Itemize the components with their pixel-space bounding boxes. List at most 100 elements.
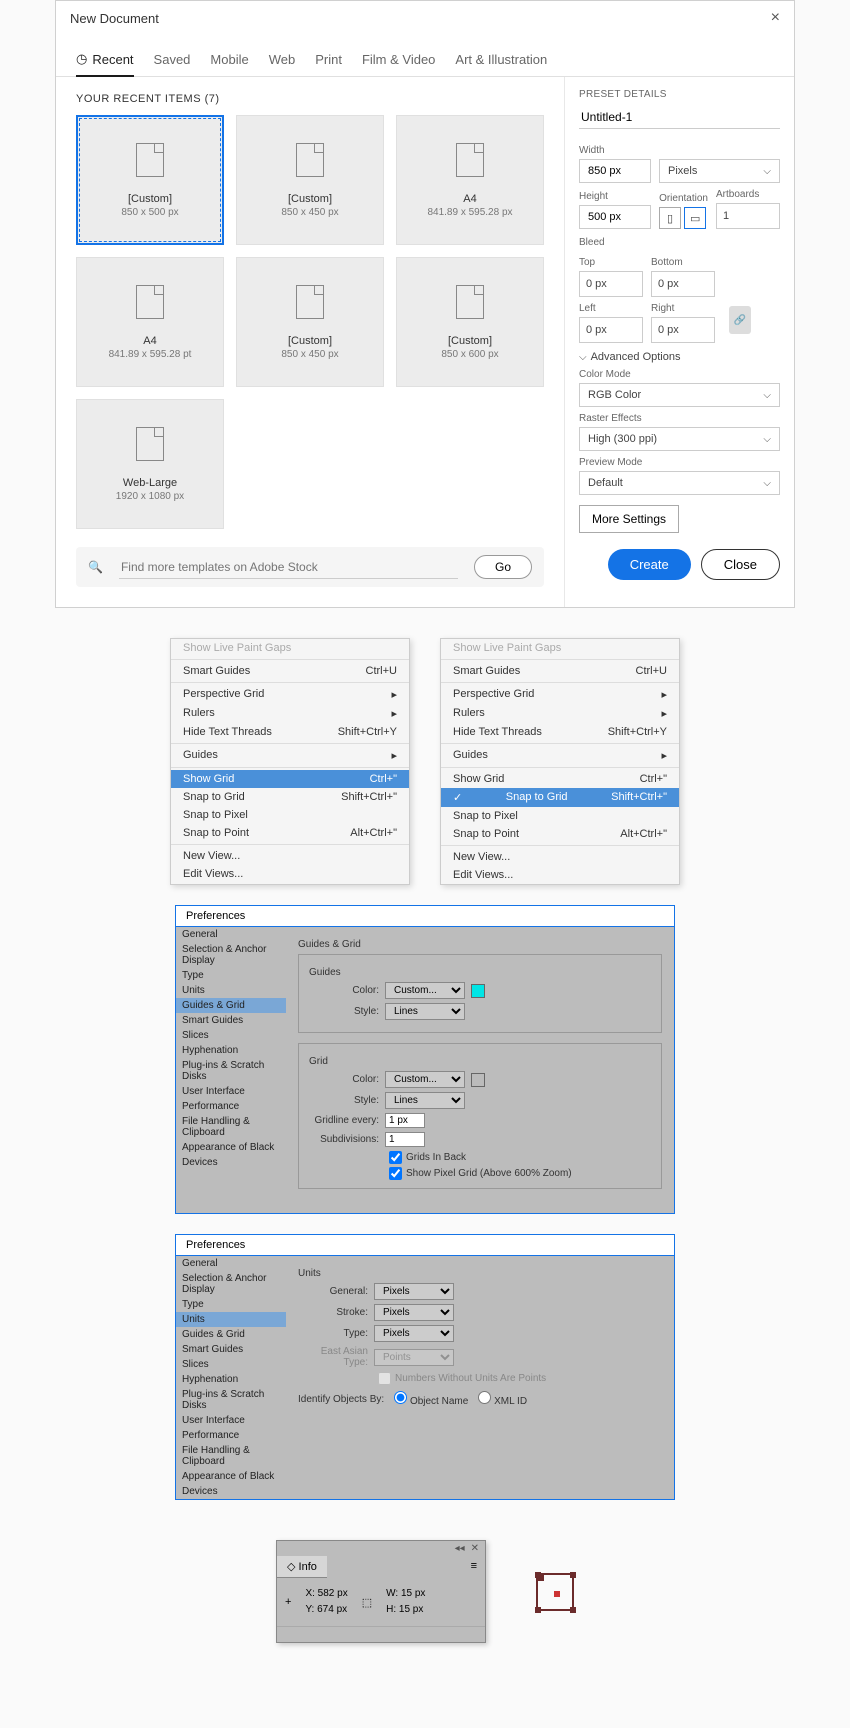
prefs-side-item[interactable]: File Handling & Clipboard [176,1114,286,1140]
menu-item[interactable]: ✓ Snap to GridShift+Ctrl+" [441,788,679,807]
subdivisions-input[interactable] [385,1132,425,1147]
prefs-side-item[interactable]: Performance [176,1428,286,1443]
prefs-side-item[interactable]: Units [176,1312,286,1327]
prefs-side-item[interactable]: Selection & Anchor Display [176,942,286,968]
prefs-side-item[interactable]: Guides & Grid [176,1327,286,1342]
prefs-side-item[interactable]: Type [176,1297,286,1312]
tab-recent[interactable]: ◷ Recent [76,43,134,77]
menu-item[interactable]: Snap to PointAlt+Ctrl+" [441,825,679,843]
menu-item[interactable]: Smart GuidesCtrl+U [171,662,409,680]
preset-item[interactable]: A4841.89 x 595.28 px [396,115,544,245]
artboards-input[interactable]: 1 [716,203,780,229]
preset-item[interactable]: [Custom]850 x 450 px [236,257,384,387]
menu-item[interactable]: Snap to PointAlt+Ctrl+" [171,824,409,842]
prefs-side-item[interactable]: General [176,1256,286,1271]
prefs-side-item[interactable]: File Handling & Clipboard [176,1443,286,1469]
color-mode-select[interactable]: RGB Color⌵ [579,383,780,407]
tab-mobile[interactable]: Mobile [210,43,248,76]
go-button[interactable]: Go [474,555,532,579]
identify-object-name-radio[interactable] [394,1391,407,1404]
bleed-left[interactable]: 0 px [579,317,643,343]
preset-item[interactable]: [Custom]850 x 600 px [396,257,544,387]
menu-item[interactable]: Rulers▸ [171,704,409,723]
info-tab[interactable]: ◇ Info [277,1556,327,1578]
height-input[interactable] [579,205,651,229]
prefs-side-item[interactable]: Units [176,983,286,998]
menu-item[interactable]: Guides▸ [441,746,679,765]
collapse-icon[interactable]: ◂◂ [455,1543,465,1554]
tab-art-illustration[interactable]: Art & Illustration [455,43,547,76]
menu-item[interactable]: Show GridCtrl+" [171,770,409,788]
menu-item[interactable]: Edit Views... [441,866,679,884]
advanced-options-toggle[interactable]: ⌵Advanced Options [579,351,780,363]
menu-item[interactable]: Snap to Pixel [171,806,409,824]
close-button[interactable]: Close [701,549,780,580]
prefs-side-item[interactable]: Hyphenation [176,1372,286,1387]
units-select[interactable]: Pixels⌵ [659,159,780,183]
template-search-input[interactable] [119,556,458,579]
menu-item[interactable]: Smart GuidesCtrl+U [441,662,679,680]
create-button[interactable]: Create [608,549,691,580]
preset-item[interactable]: Web-Large1920 x 1080 px [76,399,224,529]
tab-saved[interactable]: Saved [154,43,191,76]
prefs-side-item[interactable]: Selection & Anchor Display [176,1271,286,1297]
prefs-side-item[interactable]: Devices [176,1484,286,1499]
guides-color-swatch[interactable] [471,984,485,998]
preset-item[interactable]: [Custom]850 x 450 px [236,115,384,245]
width-input[interactable] [579,159,651,183]
document-name-input[interactable] [579,106,780,129]
tab-print[interactable]: Print [315,43,342,76]
show-pixel-grid-checkbox[interactable] [389,1167,402,1180]
prefs-side-item[interactable]: Slices [176,1357,286,1372]
guides-style-select[interactable]: Lines [385,1003,465,1020]
prefs-side-item[interactable]: Guides & Grid [176,998,286,1013]
grid-color-select[interactable]: Custom... [385,1071,465,1088]
preset-item[interactable]: A4841.89 x 595.28 pt [76,257,224,387]
guides-color-select[interactable]: Custom... [385,982,465,999]
bleed-bottom[interactable]: 0 px [651,271,715,297]
bleed-top[interactable]: 0 px [579,271,643,297]
grids-in-back-checkbox[interactable] [389,1151,402,1164]
prefs-side-item[interactable]: Appearance of Black [176,1469,286,1484]
orientation-landscape[interactable]: ▭ [684,207,706,229]
menu-item[interactable]: Hide Text ThreadsShift+Ctrl+Y [171,723,409,741]
prefs-side-item[interactable]: Devices [176,1155,286,1170]
menu-item[interactable]: Perspective Grid▸ [171,685,409,704]
reference-point-icon[interactable] [536,1573,574,1611]
prefs-side-item[interactable]: Plug-ins & Scratch Disks [176,1387,286,1413]
grid-color-swatch[interactable] [471,1073,485,1087]
prefs-side-item[interactable]: Appearance of Black [176,1140,286,1155]
preset-item[interactable]: [Custom]850 x 500 px [76,115,224,245]
menu-item[interactable]: Snap to Pixel [441,807,679,825]
prefs-side-item[interactable]: Smart Guides [176,1013,286,1028]
menu-item[interactable]: Snap to GridShift+Ctrl+" [171,788,409,806]
prefs-side-item[interactable]: Type [176,968,286,983]
menu-item[interactable]: Edit Views... [171,865,409,883]
raster-effects-select[interactable]: High (300 ppi)⌵ [579,427,780,451]
menu-item[interactable]: Rulers▸ [441,704,679,723]
units-type-select[interactable]: Pixels [374,1325,454,1342]
tab-film-video[interactable]: Film & Video [362,43,435,76]
menu-item[interactable]: Show GridCtrl+" [441,770,679,788]
link-bleed-icon[interactable]: 🔗 [729,306,751,334]
menu-item[interactable]: Perspective Grid▸ [441,685,679,704]
identify-xml-id-radio[interactable] [478,1391,491,1404]
menu-item[interactable]: New View... [441,848,679,866]
prefs-side-item[interactable]: User Interface [176,1413,286,1428]
units-stroke-select[interactable]: Pixels [374,1304,454,1321]
prefs-side-item[interactable]: Hyphenation [176,1043,286,1058]
preview-mode-select[interactable]: Default⌵ [579,471,780,495]
menu-item[interactable]: Guides▸ [171,746,409,765]
grid-style-select[interactable]: Lines [385,1092,465,1109]
bleed-right[interactable]: 0 px [651,317,715,343]
prefs-side-item[interactable]: Plug-ins & Scratch Disks [176,1058,286,1084]
tab-web[interactable]: Web [269,43,296,76]
panel-menu-icon[interactable]: ≡ [463,1556,485,1576]
menu-item[interactable]: Hide Text ThreadsShift+Ctrl+Y [441,723,679,741]
prefs-side-item[interactable]: User Interface [176,1084,286,1099]
close-icon[interactable]: × [771,9,780,27]
prefs-side-item[interactable]: General [176,927,286,942]
orientation-portrait[interactable]: ▯ [659,207,681,229]
gridline-every-input[interactable] [385,1113,425,1128]
more-settings-button[interactable]: More Settings [579,505,679,533]
